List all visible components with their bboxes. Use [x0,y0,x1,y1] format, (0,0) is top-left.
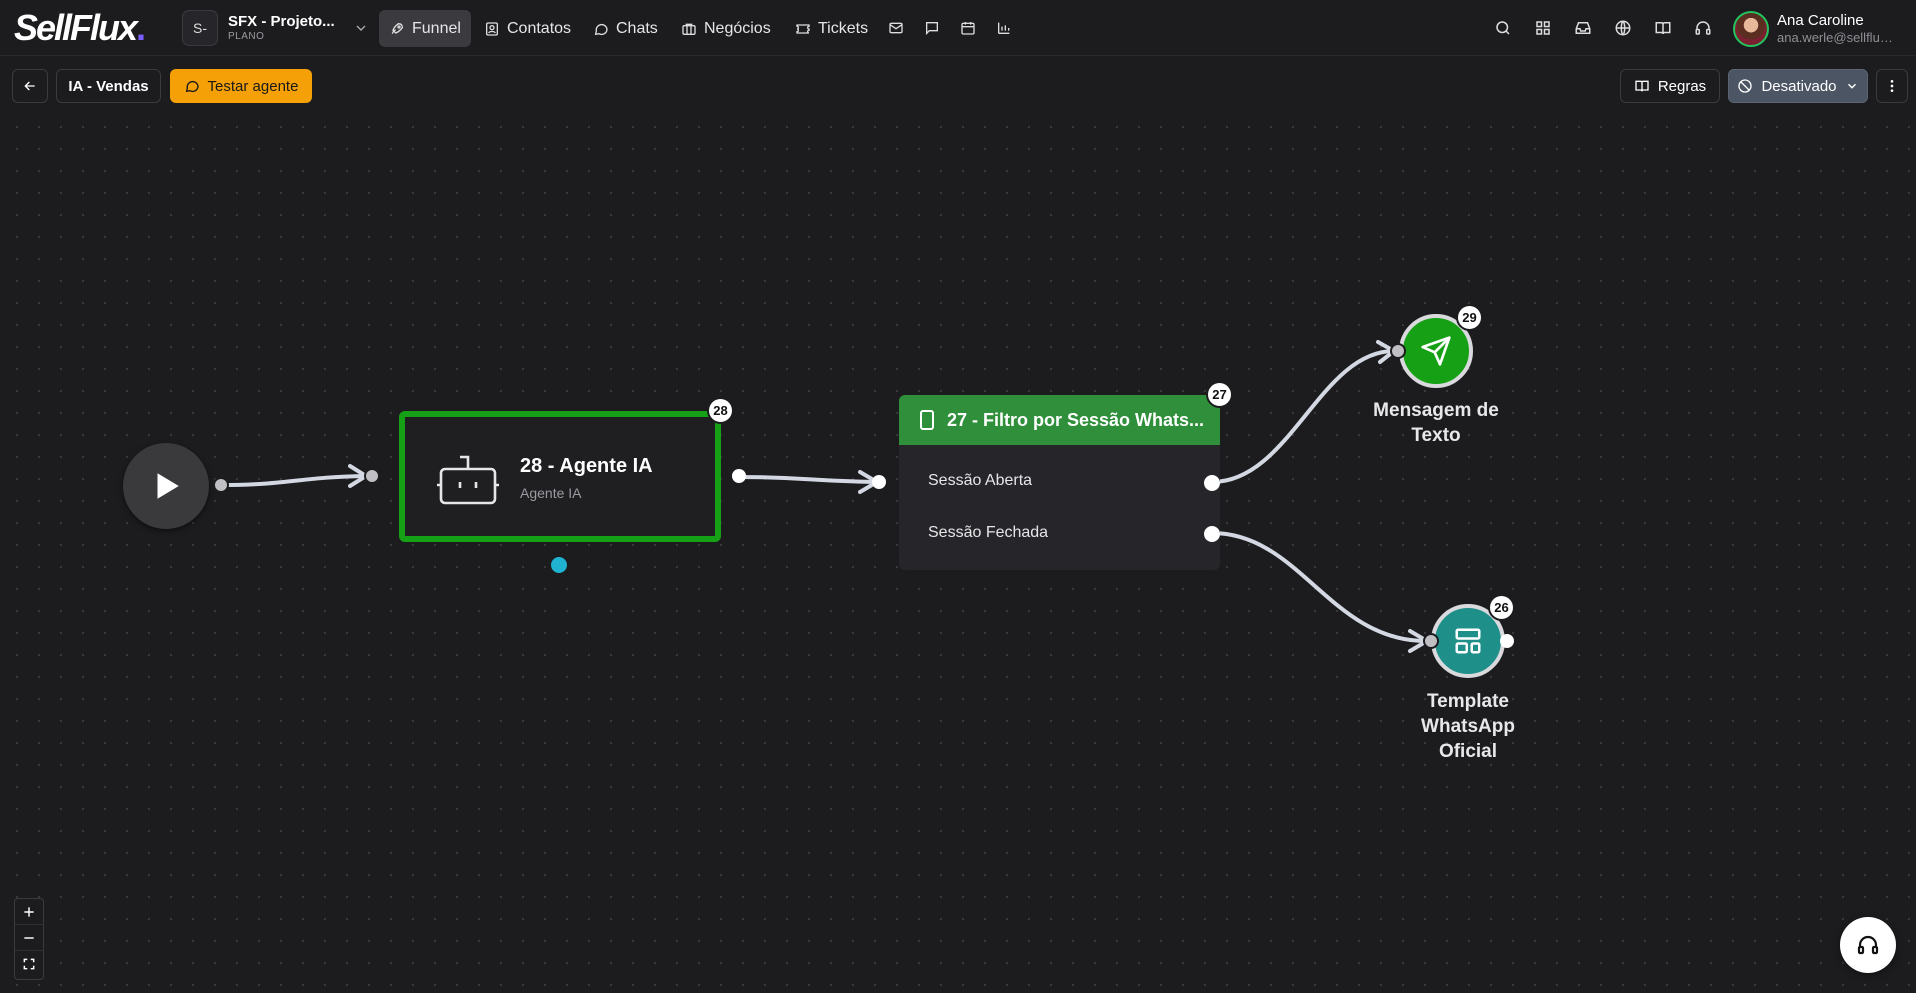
agent-node-title: 28 - Agente IA [520,455,653,477]
agent-input-handle[interactable] [364,468,380,484]
bot-icon [437,455,499,505]
filter-output-aberta-label: Sessão Aberta [928,472,1033,489]
edge-agent-to-filter [737,475,878,484]
zoom-out-icon [24,936,34,939]
layout-template-icon [1455,628,1481,654]
filter-session-node[interactable]: 27 - Filtro por Sessão Whats... Sessão A… [899,395,1220,570]
zoom-controls [14,898,44,980]
agent-node-badge: 28 [707,397,734,424]
template-input-handle[interactable] [1423,633,1439,649]
message-node-label: Mensagem de Texto [1373,400,1499,446]
template-node-label: Template WhatsApp Oficial [1421,691,1515,762]
zoom-in-button[interactable] [15,899,43,925]
filter-node-badge: 27 [1206,381,1233,408]
template-output-handle[interactable] [1500,634,1514,648]
start-node[interactable] [123,443,209,529]
template-node-badge: 26 [1488,594,1515,621]
message-input-handle[interactable] [1390,343,1406,359]
play-icon [157,473,179,499]
edge-start-to-agent [219,474,367,487]
agent-ia-node[interactable]: 28 - Agente IA Agente IA [399,411,721,542]
filter-input-handle[interactable] [872,475,886,489]
headset-icon [1857,935,1879,955]
send-icon [1421,336,1451,366]
filter-output-fechada-handle[interactable] [1204,526,1220,542]
start-output-handle[interactable] [213,477,229,493]
fit-view-icon [23,958,35,970]
filter-node-title: 27 - Filtro por Sessão Whats... [947,409,1205,430]
support-chat-button[interactable] [1840,917,1896,973]
smartphone-icon [920,410,934,430]
zoom-in-icon [24,906,34,917]
agent-tool-handle[interactable] [548,554,570,576]
fit-view-button[interactable] [15,951,43,977]
agent-node-subtitle: Agente IA [520,485,582,501]
filter-output-fechada-label: Sessão Fechada [928,524,1049,541]
message-node-badge: 29 [1456,304,1483,331]
agent-output-handle[interactable] [732,469,746,483]
filter-node-header: 27 - Filtro por Sessão Whats... [899,395,1220,445]
zoom-out-button[interactable] [15,925,43,951]
edge-fechada-to-template [1210,531,1428,643]
filter-output-aberta-handle[interactable] [1204,475,1220,491]
